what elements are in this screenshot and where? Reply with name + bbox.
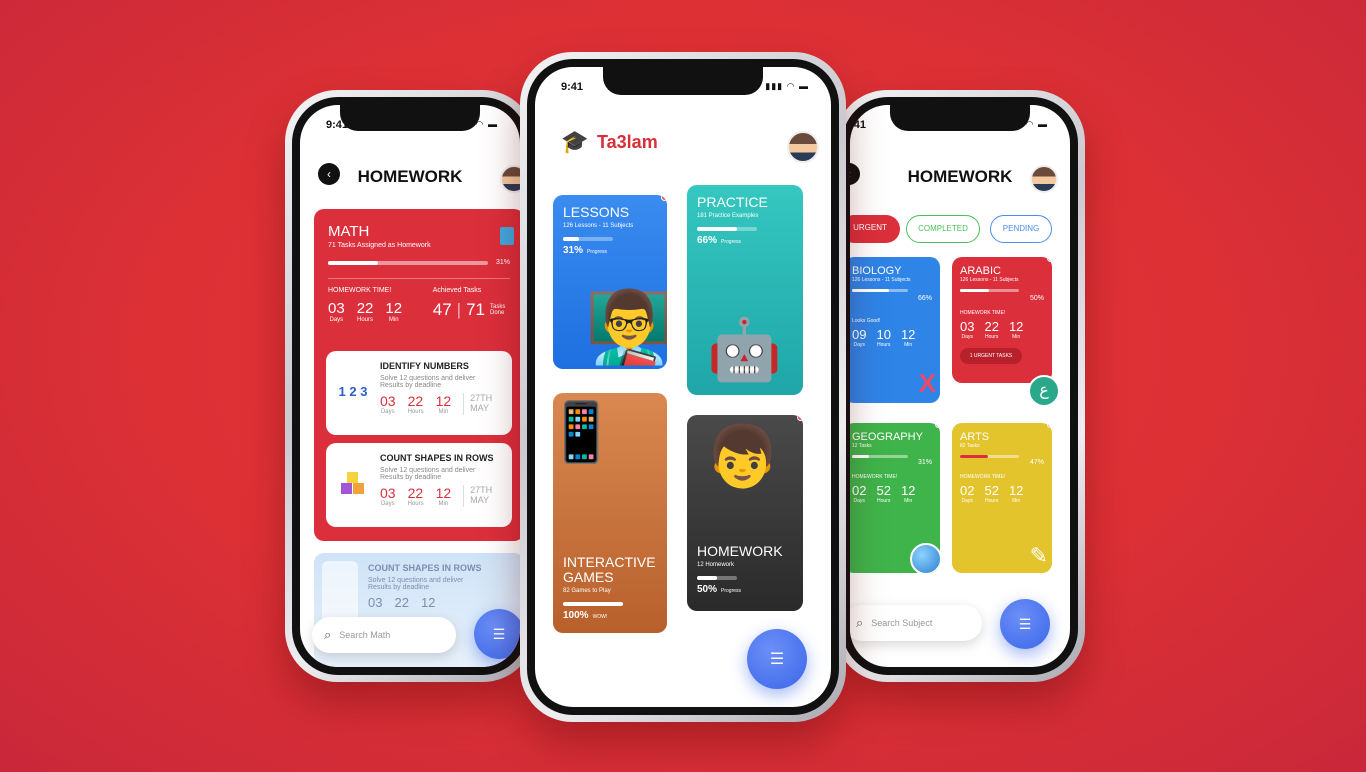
- menu-icon: ☰: [1018, 615, 1032, 632]
- subject-card-arabic[interactable]: ARABIC 126 Lessons - 11 Subjects 50% HOM…: [952, 257, 1052, 383]
- homework-time-label: HOMEWORK TIME!: [328, 287, 392, 294]
- tile-lessons[interactable]: LESSONS 126 Lessons - 11 Subjects 31% Pro…: [553, 195, 667, 369]
- status-time: 9:41: [561, 81, 584, 93]
- phone-right: 9:41 ▮▮▮ ◠ ▬ ‹ HOMEWORK URGENT COMPLETED…: [835, 90, 1085, 682]
- notification-dot: [1047, 257, 1052, 262]
- task-timer: 03 Days 22 Hours 12 Min 27TH MAY: [380, 485, 493, 507]
- tile-homework[interactable]: 👦 HOMEWORK 12 Homework 50% Progress: [687, 415, 803, 611]
- search-icon: ⌕: [324, 627, 332, 642]
- tile-interactive-games[interactable]: 📱 INTERACTIVE GAMES 82 Games to Play 100…: [553, 393, 667, 633]
- menu-icon: ☰: [769, 651, 785, 668]
- notification-dot: [661, 195, 667, 201]
- notification-dot: [1047, 423, 1052, 428]
- brand-name: Ta3lam: [597, 131, 658, 152]
- task-title: COUNT SHAPES IN ROWS: [368, 563, 482, 573]
- menu-fab-button[interactable]: ☰: [474, 609, 520, 659]
- avatar[interactable]: [500, 165, 520, 193]
- app-logo: 🎓 Ta3lam: [561, 129, 658, 155]
- cubes-icon: [338, 469, 368, 499]
- dna-icon: X: [918, 368, 936, 398]
- subject-card-geography[interactable]: GEOGRAPHY 12 Tasks 31% HOMEWORK TIME! 02…: [850, 423, 940, 573]
- teacher-illustration: 👨‍🏫: [585, 288, 667, 366]
- globe-icon: [910, 543, 940, 573]
- task-desc: Solve 12 questions and deliver: [380, 375, 476, 382]
- avatar[interactable]: [1030, 165, 1058, 193]
- tablet-illustration: 📱: [553, 400, 618, 465]
- achieved-label: Achieved Tasks: [432, 287, 482, 294]
- math-card[interactable]: MATH 71 Tasks Assigned as Homework 31% H…: [314, 209, 520, 541]
- tab-pending[interactable]: PENDING: [990, 215, 1052, 243]
- task-desc: Results by deadline: [368, 584, 430, 591]
- task-desc: Solve 12 questions and deliver: [368, 577, 464, 584]
- task-card[interactable]: 1 2 3 IDENTIFY NUMBERS Solve 12 question…: [326, 351, 512, 435]
- subject-card-arts[interactable]: ARTS 82 Tasks 47% HOMEWORK TIME! 02 Days …: [952, 423, 1052, 573]
- homework-timer: 03 Days 22 Hours 12 Min: [328, 300, 403, 323]
- task-desc: Results by deadline: [380, 474, 442, 481]
- right-screen: 9:41 ▮▮▮ ◠ ▬ ‹ HOMEWORK URGENT COMPLETED…: [850, 105, 1070, 667]
- menu-fab-button[interactable]: ☰: [1000, 599, 1050, 649]
- numbers-icon: 1 2 3: [338, 384, 368, 399]
- tab-urgent[interactable]: URGENT: [850, 215, 900, 243]
- math-progress-label: 31%: [495, 259, 510, 266]
- center-screen: 9:41 ▮▮▮ ◠ ▬ 🎓 Ta3lam LESSONS 126 Lesson…: [535, 67, 831, 707]
- paint-brushes-icon: ✎: [1029, 543, 1048, 568]
- notification-dot: [797, 415, 803, 421]
- robot-illustration: 🤖: [707, 316, 782, 383]
- calculator-icon: [500, 227, 514, 245]
- search-input[interactable]: ⌕ Search Subject: [850, 605, 982, 641]
- task-desc: Results by deadline: [380, 382, 442, 389]
- math-title: MATH: [328, 223, 370, 240]
- task-timer: 03 Days 22 Hours 12 Min 27TH MAY: [380, 393, 493, 415]
- subject-card-biology[interactable]: BIOLOGY 126 Lessons - 11 Subjects 66% Lo…: [850, 257, 940, 403]
- avatar[interactable]: [787, 131, 819, 163]
- phone-left: 9:41 ▮▮▮ ◠ ▬ ‹ HOMEWORK MATH 71 Tasks As…: [285, 90, 535, 682]
- status-icons: ▮▮▮ ◠ ▬: [765, 81, 809, 91]
- search-icon: ⌕: [856, 615, 864, 630]
- page-title: HOMEWORK: [357, 167, 463, 186]
- status-time: 9:41: [850, 119, 867, 131]
- tab-completed[interactable]: COMPLETED: [906, 215, 980, 243]
- notch: [890, 105, 1030, 131]
- menu-fab-button[interactable]: ☰: [747, 629, 807, 689]
- phone-center: 9:41 ▮▮▮ ◠ ▬ 🎓 Ta3lam LESSONS 126 Lesson…: [520, 52, 846, 722]
- notch: [603, 67, 763, 95]
- math-progress-bar: [328, 260, 488, 265]
- math-subtitle: 71 Tasks Assigned as Homework: [328, 242, 431, 249]
- tile-practice[interactable]: PRACTICE 181 Practice Examples 66% Progre…: [687, 185, 803, 395]
- task-title: IDENTIFY NUMBERS: [380, 361, 469, 371]
- search-input[interactable]: ⌕ Search Math: [312, 617, 456, 653]
- notification-dot: [935, 423, 940, 428]
- task-desc: Solve 12 questions and deliver: [380, 467, 476, 474]
- urgent-tasks-badge[interactable]: 1 URGENT TASKS: [960, 348, 1022, 364]
- left-screen: 9:41 ▮▮▮ ◠ ▬ ‹ HOMEWORK MATH 71 Tasks As…: [300, 105, 520, 667]
- arabic-letter-icon: ع: [1028, 375, 1060, 407]
- notch: [340, 105, 480, 131]
- boy-illustration: 👦: [705, 423, 780, 490]
- task-card[interactable]: COUNT SHAPES IN ROWS Solve 12 questions …: [326, 443, 512, 527]
- task-title: COUNT SHAPES IN ROWS: [380, 453, 494, 463]
- graduation-cap-icon: 🎓: [561, 129, 589, 154]
- achieved-count: 47 | 71 Tasks Done: [432, 300, 506, 319]
- menu-icon: ☰: [492, 625, 506, 642]
